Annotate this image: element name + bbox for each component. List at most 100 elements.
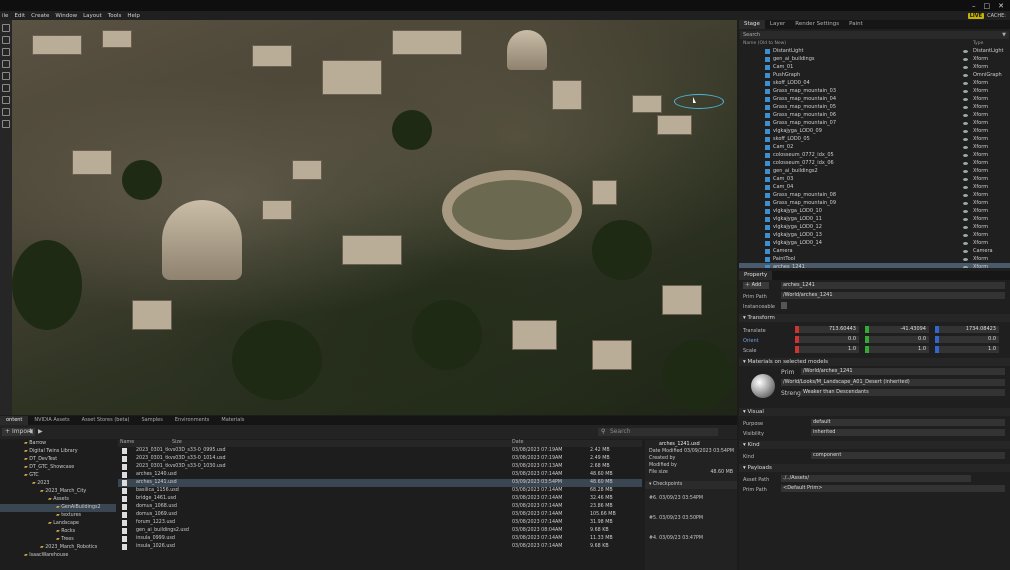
stage-search-input[interactable]: Search ▼: [740, 31, 1009, 39]
folder-item[interactable]: ▰ DT_DevTest: [0, 456, 116, 464]
stage-row[interactable]: skoff_LOD0_04 Xform: [739, 79, 1010, 87]
stage-row[interactable]: Camera Camera: [739, 247, 1010, 255]
eye-icon[interactable]: [963, 89, 968, 93]
col-file-size[interactable]: Size: [172, 440, 182, 445]
strength-dropdown[interactable]: Weaker than Descendants: [801, 389, 1005, 396]
eye-icon[interactable]: [963, 257, 968, 261]
file-row[interactable]: bridge_1461.usd 03/08/2023 07:14AM 32.46 M…: [118, 495, 642, 503]
stage-row[interactable]: vlgkajyga_LOD0_11 Xform: [739, 215, 1010, 223]
file-row[interactable]: domus_1068.usd 03/08/2023 07:14AM 23.86 MB: [118, 503, 642, 511]
payload-prim-field[interactable]: <Default Prim>: [781, 485, 1005, 492]
viewport[interactable]: [12, 20, 737, 415]
eye-icon[interactable]: [963, 81, 968, 85]
tab-environments[interactable]: Environments: [169, 416, 216, 425]
move-tool-icon[interactable]: [2, 36, 10, 44]
orient-x[interactable]: 0.0: [795, 336, 859, 343]
folder-item[interactable]: ▰ Assets: [0, 496, 116, 504]
file-row[interactable]: arches_1240.usd 03/08/2023 07:14AM 48.60 M…: [118, 471, 642, 479]
tab-samples[interactable]: Samples: [136, 416, 169, 425]
folder-item[interactable]: ▰ 2023: [0, 480, 116, 488]
eye-icon[interactable]: [963, 105, 968, 109]
folder-item[interactable]: ▰ textures: [0, 512, 116, 520]
stage-row[interactable]: arches_1241 Xform: [739, 263, 1010, 268]
play-tool-icon[interactable]: [2, 96, 10, 104]
eye-icon[interactable]: [963, 217, 968, 221]
checkpoints-header[interactable]: ▾ Checkpoints: [645, 481, 737, 489]
folder-item[interactable]: ▰ 2023_March_City: [0, 488, 116, 496]
eye-icon[interactable]: [963, 145, 968, 149]
scale-z[interactable]: 1.0: [935, 346, 999, 353]
tab-stage[interactable]: Stage: [739, 20, 765, 29]
folder-item[interactable]: ▰ GTC: [0, 472, 116, 480]
eye-icon[interactable]: [963, 73, 968, 77]
folder-item[interactable]: ▰ Digital Twins Library: [0, 448, 116, 456]
menu-edit[interactable]: Edit: [14, 13, 25, 19]
scale-tool-icon[interactable]: [2, 60, 10, 68]
orient-label[interactable]: Orient: [743, 338, 759, 344]
purpose-dropdown[interactable]: default: [811, 419, 1005, 426]
tab-paint[interactable]: Paint: [844, 20, 868, 29]
visual-section[interactable]: ▾ Visual: [739, 408, 1010, 416]
stage-row[interactable]: colosseum_0772_idx_06 Xform: [739, 159, 1010, 167]
stage-row[interactable]: vlgkajyga_LOD0_14 Xform: [739, 239, 1010, 247]
tab-materials[interactable]: Materials: [215, 416, 250, 425]
forward-icon[interactable]: ▶: [38, 428, 43, 435]
folder-item[interactable]: ▰ Barrow: [0, 440, 116, 448]
stage-row[interactable]: Grass_map_mountain_03 Xform: [739, 87, 1010, 95]
stage-row[interactable]: PaintTool Xform: [739, 255, 1010, 263]
tab-nvidia-assets[interactable]: NVIDIA Assets: [28, 416, 75, 425]
folder-item[interactable]: ▰ DT_GTC_Showcase: [0, 464, 116, 472]
eye-icon[interactable]: [963, 193, 968, 197]
scale-y[interactable]: 1.0: [865, 346, 929, 353]
menu-window[interactable]: Window: [55, 13, 77, 19]
stage-row[interactable]: colosseum_0772_idx_05 Xform: [739, 151, 1010, 159]
stage-row[interactable]: Grass_map_mountain_04 Xform: [739, 95, 1010, 103]
stage-row[interactable]: DistantLight DistantLight: [739, 47, 1010, 55]
eye-icon[interactable]: [963, 249, 968, 253]
stage-row[interactable]: Cam_02 Xform: [739, 143, 1010, 151]
scale-x[interactable]: 1.0: [795, 346, 859, 353]
asset-path-field[interactable]: ./../Assets/: [781, 475, 971, 482]
file-row[interactable]: 2023_0301_tkvs03D_s33-0_0995.usd 03/08/20…: [118, 447, 642, 455]
kind-section[interactable]: ▾ Kind: [739, 441, 1010, 449]
folder-item[interactable]: ▰ Trees: [0, 536, 116, 544]
folder-item[interactable]: ▰ IsaacWarehouse: [0, 552, 116, 560]
eye-icon[interactable]: [963, 265, 968, 268]
eye-icon[interactable]: [963, 177, 968, 181]
stage-row[interactable]: vlgkajyga_LOD0_12 Xform: [739, 223, 1010, 231]
selection-gizmo[interactable]: [674, 94, 724, 109]
translate-y[interactable]: -41.43094: [865, 326, 929, 333]
visibility-dropdown[interactable]: inherited: [811, 429, 1005, 436]
menu-file[interactable]: ile: [2, 13, 8, 19]
col-file-date[interactable]: Date: [512, 440, 523, 445]
select-tool-icon[interactable]: [2, 24, 10, 32]
folder-item[interactable]: ▰ 2023_March_Robotics: [0, 544, 116, 552]
magnet-tool-icon[interactable]: [2, 84, 10, 92]
checkpoint-item[interactable]: #4. 03/09/23 03:47PM: [645, 529, 737, 549]
eye-icon[interactable]: [963, 49, 968, 53]
file-row[interactable]: forum_1223.usd 03/08/2023 07:14AM 31.98 MB: [118, 519, 642, 527]
translate-x[interactable]: 713.60443: [795, 326, 859, 333]
menu-help[interactable]: Help: [127, 13, 140, 19]
col-file-name[interactable]: Name: [120, 440, 134, 445]
menu-create[interactable]: Create: [31, 13, 49, 19]
orient-z[interactable]: 0.0: [935, 336, 999, 343]
prim-path-field[interactable]: /World/arches_1241: [781, 292, 1005, 299]
maximize-icon[interactable]: □: [984, 2, 991, 10]
stage-row[interactable]: vlgkajyga_LOD0_10 Xform: [739, 207, 1010, 215]
materials-section[interactable]: ▾ Materials on selected models: [739, 358, 1010, 366]
close-icon[interactable]: ✕: [998, 2, 1004, 10]
eye-icon[interactable]: [963, 241, 968, 245]
stage-row[interactable]: Grass_map_mountain_07 Xform: [739, 119, 1010, 127]
tab-content[interactable]: ontent: [0, 416, 29, 425]
eye-icon[interactable]: [963, 233, 968, 237]
stage-row[interactable]: Grass_map_mountain_06 Xform: [739, 111, 1010, 119]
eye-icon[interactable]: [963, 113, 968, 117]
stage-row[interactable]: Grass_map_mountain_08 Xform: [739, 191, 1010, 199]
menu-tools[interactable]: Tools: [108, 13, 122, 19]
stage-row[interactable]: Cam_03 Xform: [739, 175, 1010, 183]
eye-icon[interactable]: [963, 161, 968, 165]
payloads-section[interactable]: ▾ Payloads: [739, 464, 1010, 472]
checkpoint-item[interactable]: #6. 03/09/23 03:54PM: [645, 489, 737, 509]
filter-icon[interactable]: ▼: [1002, 31, 1006, 39]
